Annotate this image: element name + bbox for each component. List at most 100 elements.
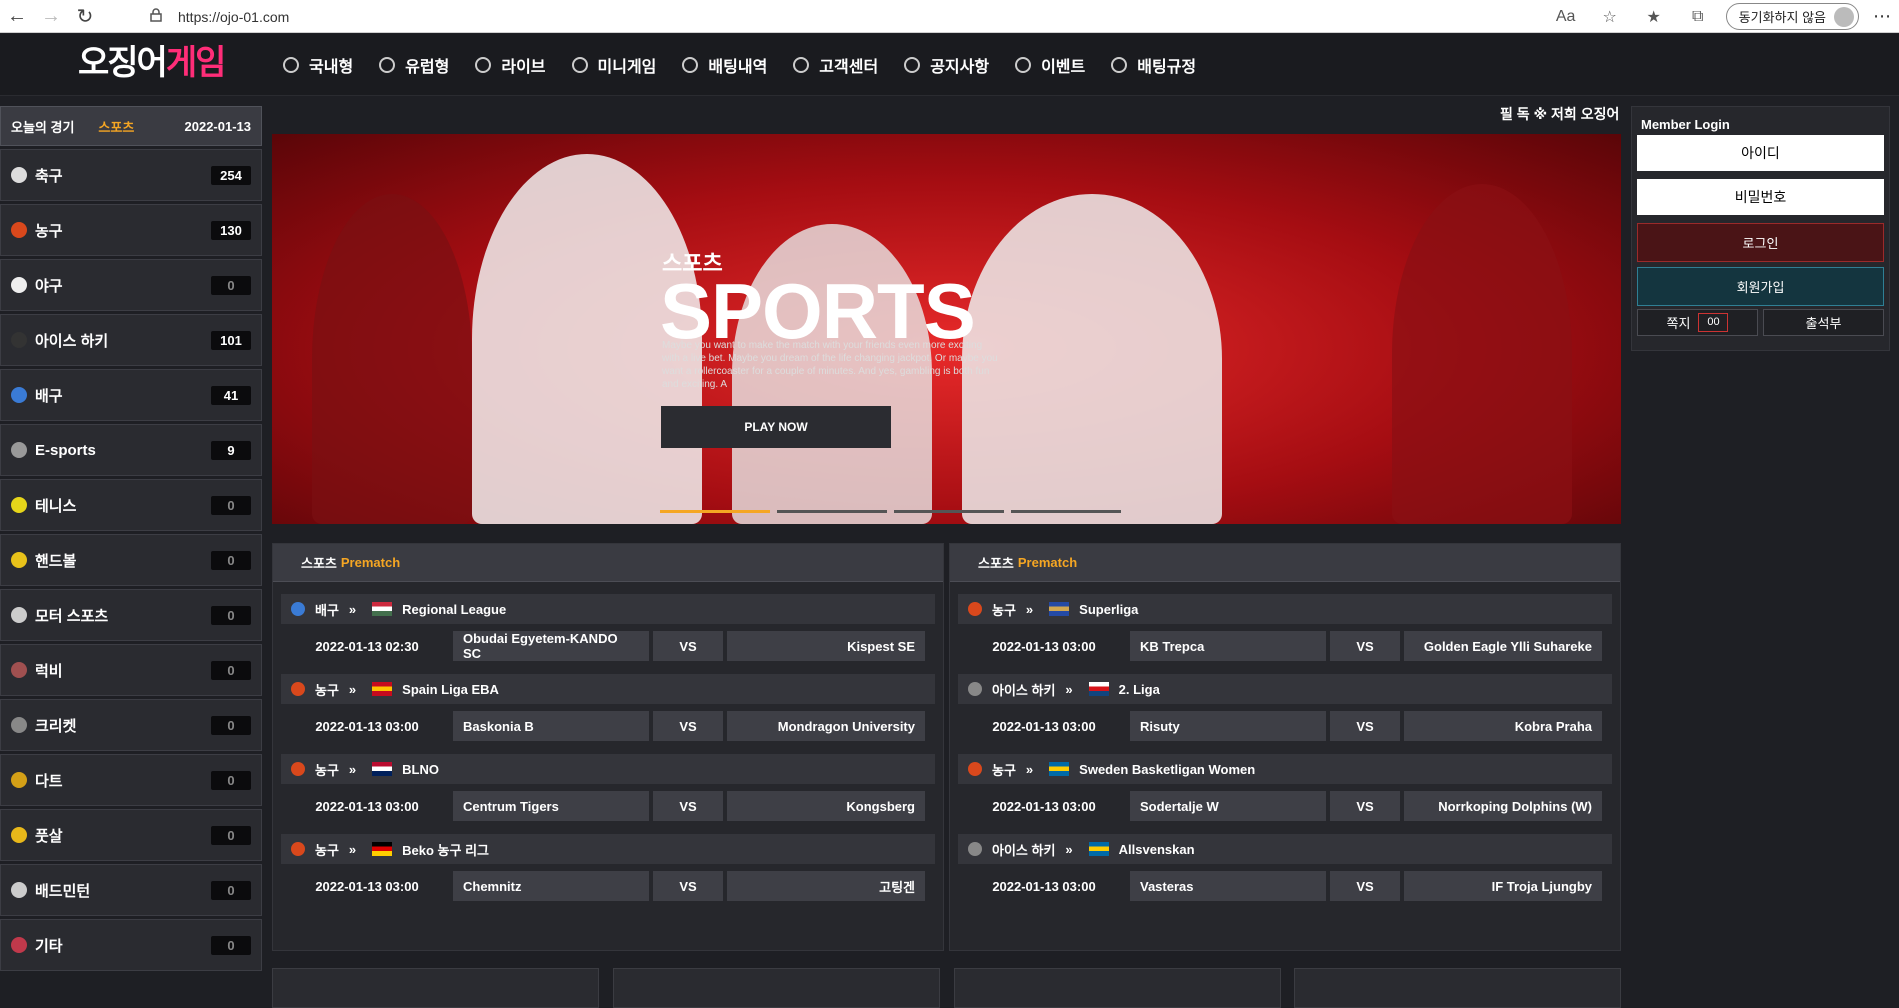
menu-item[interactable]: 미니게임 xyxy=(571,53,656,77)
sidebar-sport-item[interactable]: 풋살 0 xyxy=(0,809,262,861)
vs-button[interactable]: VS xyxy=(1330,791,1400,821)
menu-item[interactable]: 공지사항 xyxy=(904,53,989,77)
home-team-button[interactable]: Vasteras xyxy=(1130,871,1326,901)
league-row[interactable]: 아이스 하키 » 2. Liga xyxy=(958,674,1612,704)
league-name: Spain Liga EBA xyxy=(402,681,499,697)
chevron-right-icon: » xyxy=(1065,681,1073,697)
away-team-button[interactable]: Golden Eagle Ylli Suhareke xyxy=(1404,631,1602,661)
forward-icon[interactable]: → xyxy=(34,0,68,33)
sidebar-sport-item[interactable]: 아이스 하키 101 xyxy=(0,314,262,366)
league-row[interactable]: 농구 » BLNO xyxy=(281,754,935,784)
password-input[interactable]: 비밀번호 xyxy=(1637,179,1884,215)
profile-sync-button[interactable]: 동기화하지 않음 xyxy=(1725,3,1859,30)
home-team-button[interactable]: Obudai Egyetem-KANDO SC xyxy=(453,631,649,661)
vs-button[interactable]: VS xyxy=(653,871,723,901)
sidebar-sport-item[interactable]: 다트 0 xyxy=(0,754,262,806)
slide-indicator[interactable] xyxy=(777,510,887,513)
sport-icon xyxy=(291,602,305,616)
sidebar-sport-item[interactable]: 배구 41 xyxy=(0,369,262,421)
league-row[interactable]: 농구 » Spain Liga EBA xyxy=(281,674,935,704)
sidebar-sport-item[interactable]: 럭비 0 xyxy=(0,644,262,696)
sport-icon xyxy=(291,762,305,776)
menu-item[interactable]: 유럽형 xyxy=(379,53,449,77)
menu-item[interactable]: 이벤트 xyxy=(1015,53,1085,77)
login-button[interactable]: 로그인 xyxy=(1637,223,1884,262)
message-button[interactable]: 쪽지 00 xyxy=(1637,309,1758,336)
league-row[interactable]: 농구 » Beko 농구 리그 xyxy=(281,834,935,864)
read-aloud-icon[interactable]: A​a xyxy=(1544,8,1588,26)
sidebar-sport-item[interactable]: 모터 스포츠 0 xyxy=(0,589,262,641)
prematch-label: Prematch xyxy=(1017,555,1078,570)
sidebar-sport-item[interactable]: 핸드볼 0 xyxy=(0,534,262,586)
away-team-button[interactable]: 고팅겐 xyxy=(727,871,925,901)
collections-icon[interactable]: ⧉ xyxy=(1676,8,1720,26)
away-team-button[interactable]: Mondragon University xyxy=(727,711,925,741)
home-team-button[interactable]: Sodertalje W xyxy=(1130,791,1326,821)
back-icon[interactable]: ← xyxy=(0,0,34,33)
match-time: 2022-01-13 03:00 xyxy=(992,798,1096,814)
promo-card[interactable] xyxy=(272,968,599,1008)
home-team-button[interactable]: Risuty xyxy=(1130,711,1326,741)
sidebar-sport-item[interactable]: 배드민턴 0 xyxy=(0,864,262,916)
slide-indicator[interactable] xyxy=(1011,510,1121,513)
site-logo[interactable]: 오징어게임 xyxy=(78,46,226,80)
promo-card[interactable] xyxy=(954,968,1281,1008)
menu-item[interactable]: 배팅규정 xyxy=(1111,53,1196,77)
league-row[interactable]: 배구 » Regional League xyxy=(281,594,935,624)
slide-indicator[interactable] xyxy=(660,510,770,513)
home-team-button[interactable]: Baskonia B xyxy=(453,711,649,741)
menu-item[interactable]: 국내형 xyxy=(283,53,353,77)
message-count-badge: 00 xyxy=(1698,313,1729,332)
more-icon[interactable]: ⋯ xyxy=(1865,6,1899,27)
sport-icon xyxy=(11,772,27,788)
address-bar[interactable]: https://ojo-01.com xyxy=(148,0,289,33)
username-input[interactable]: 아이디 xyxy=(1637,135,1884,171)
away-team-button[interactable]: Kongsberg xyxy=(727,791,925,821)
attendance-button[interactable]: 출석부 xyxy=(1763,309,1884,336)
menu-item-label: 라이브 xyxy=(501,59,546,76)
vs-button[interactable]: VS xyxy=(1330,631,1400,661)
play-now-button[interactable]: PLAY NOW xyxy=(661,406,891,448)
league-sport: 아이스 하키 xyxy=(992,682,1056,698)
promo-card[interactable] xyxy=(1294,968,1621,1008)
slide-indicator[interactable] xyxy=(894,510,1004,513)
league-row[interactable]: 아이스 하키 » Allsvenskan xyxy=(958,834,1612,864)
away-team-button[interactable]: Kobra Praha xyxy=(1404,711,1602,741)
league-name: 2. Liga xyxy=(1118,681,1160,697)
refresh-icon[interactable]: ↻ xyxy=(68,0,102,33)
home-team-button[interactable]: Centrum Tigers xyxy=(453,791,649,821)
add-favorite-icon[interactable]: ☆ xyxy=(1588,7,1632,27)
menu-item[interactable]: 배팅내역 xyxy=(682,53,767,77)
vs-button[interactable]: VS xyxy=(1330,871,1400,901)
promo-card[interactable] xyxy=(613,968,940,1008)
menu-item[interactable]: 라이브 xyxy=(475,53,546,77)
menu-item[interactable]: 고객센터 xyxy=(793,53,878,77)
menu-item-label: 배팅내역 xyxy=(708,59,768,76)
match-time: 2022-01-13 03:00 xyxy=(315,798,419,814)
league-row[interactable]: 농구 » Superliga xyxy=(958,594,1612,624)
league-row[interactable]: 농구 » Sweden Basketligan Women xyxy=(958,754,1612,784)
vs-button[interactable]: VS xyxy=(653,631,723,661)
sport-name: 모터 스포츠 xyxy=(35,607,109,625)
vs-button[interactable]: VS xyxy=(653,711,723,741)
vs-button[interactable]: VS xyxy=(653,791,723,821)
country-flag-icon xyxy=(372,602,393,616)
sidebar-sport-item[interactable]: 야구 0 xyxy=(0,259,262,311)
sport-icon xyxy=(968,762,982,776)
favorites-icon[interactable]: ★ xyxy=(1632,7,1676,27)
sidebar-sport-item[interactable]: 농구 130 xyxy=(0,204,262,256)
sidebar-sport-item[interactable]: 크리켓 0 xyxy=(0,699,262,751)
home-team-button[interactable]: KB Trepca xyxy=(1130,631,1326,661)
sidebar-sport-item[interactable]: 기타 0 xyxy=(0,919,262,971)
prematch-sport: 스포츠 xyxy=(301,556,337,571)
vs-button[interactable]: VS xyxy=(1330,711,1400,741)
away-team-button[interactable]: Kispest SE xyxy=(727,631,925,661)
sidebar-sport-item[interactable]: 테니스 0 xyxy=(0,479,262,531)
sidebar-sport-item[interactable]: E-sports 9 xyxy=(0,424,262,476)
sidebar-sport-item[interactable]: 축구 254 xyxy=(0,149,262,201)
join-button[interactable]: 회원가입 xyxy=(1637,267,1884,306)
away-team-button[interactable]: Norrkoping Dolphins (W) xyxy=(1404,791,1602,821)
away-team-button[interactable]: IF Troja Ljungby xyxy=(1404,871,1602,901)
home-team-button[interactable]: Chemnitz xyxy=(453,871,649,901)
sport-name: 풋살 xyxy=(35,827,63,845)
